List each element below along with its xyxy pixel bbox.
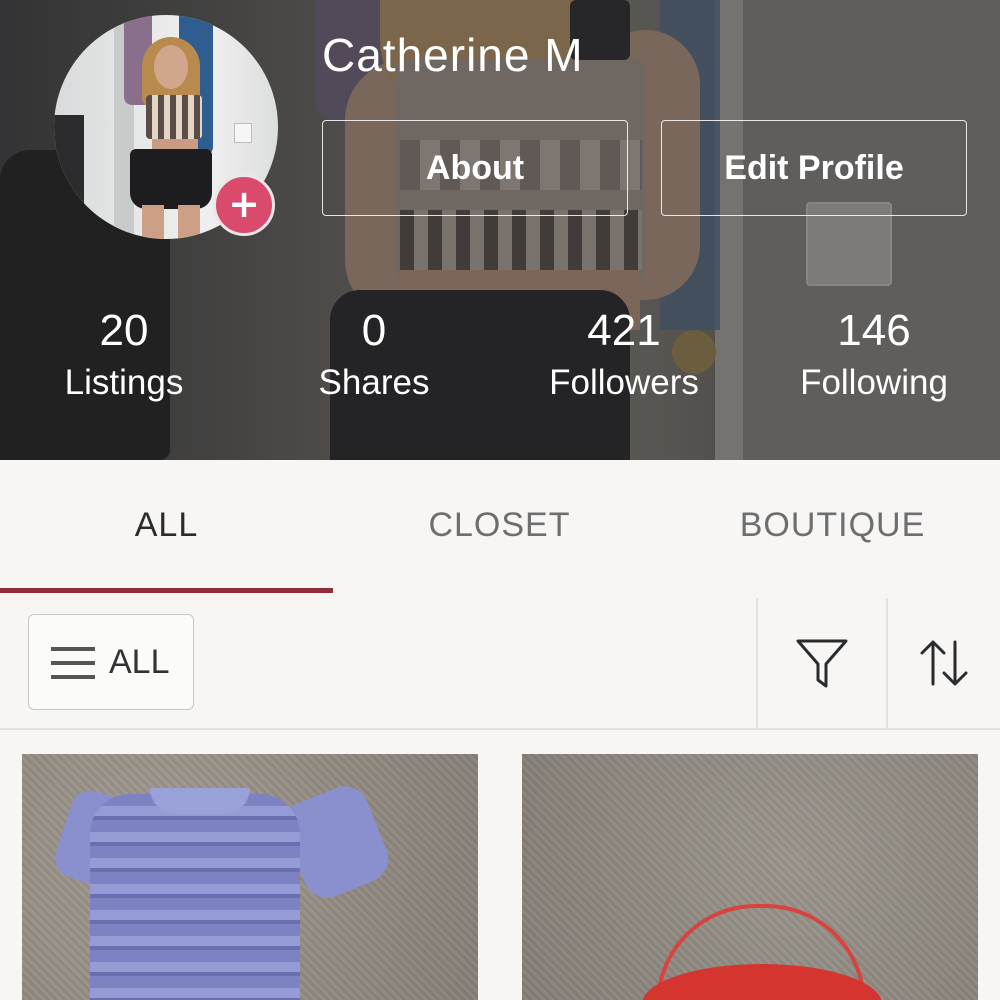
avatar-top	[146, 95, 202, 139]
shirt-photo	[90, 794, 300, 1000]
hamburger-icon	[51, 647, 95, 679]
edit-profile-button[interactable]: Edit Profile	[661, 120, 967, 216]
funnel-icon	[796, 639, 848, 688]
stat-label: Following	[800, 363, 948, 402]
stat-listings[interactable]: 20 Listings	[14, 300, 234, 403]
avatar-switch	[234, 123, 252, 143]
stat-value: 0	[361, 306, 387, 355]
closet-screen: + Catherine M About Edit Profile 20 List…	[0, 0, 1000, 1000]
avatar-leg	[178, 205, 200, 239]
stat-label: Listings	[64, 363, 184, 402]
stat-label: Followers	[549, 363, 699, 402]
stat-followers[interactable]: 421 Followers	[514, 300, 734, 403]
shirt-neckline	[150, 788, 250, 814]
filter-button[interactable]	[758, 598, 886, 728]
listing-card[interactable]	[522, 754, 978, 1000]
avatar-closet	[54, 115, 84, 239]
profile-header: + Catherine M About Edit Profile 20 List…	[0, 0, 1000, 460]
add-photo-button[interactable]: +	[213, 174, 275, 236]
profile-name: Catherine M	[322, 29, 584, 81]
stat-following[interactable]: 146 Following	[764, 300, 984, 403]
tab-closet[interactable]: CLOSET	[333, 460, 666, 590]
tab-all[interactable]: ALL	[0, 460, 333, 590]
listing-card[interactable]	[22, 754, 478, 1000]
about-button[interactable]: About	[322, 120, 628, 216]
stat-value: 146	[837, 306, 911, 355]
stat-value: 20	[99, 306, 149, 355]
filter-bar: ALL	[0, 598, 1000, 730]
stat-shares[interactable]: 0 Shares	[264, 300, 484, 403]
stat-label: Shares	[318, 363, 430, 402]
tab-boutique[interactable]: BOUTIQUE	[666, 460, 999, 590]
active-tab-indicator	[0, 588, 333, 593]
listings-grid	[0, 732, 1000, 1000]
avatar-leg	[142, 205, 164, 239]
sort-arrows-icon	[920, 640, 968, 686]
stat-value: 421	[587, 306, 661, 355]
category-filter-label: ALL	[109, 643, 170, 681]
closet-tabs: ALL CLOSET BOUTIQUE	[0, 460, 1000, 594]
category-filter-button[interactable]: ALL	[28, 614, 194, 710]
avatar-shorts	[130, 149, 212, 209]
plus-icon: +	[228, 182, 260, 226]
avatar-face	[154, 45, 188, 89]
sort-button[interactable]	[888, 598, 1000, 728]
